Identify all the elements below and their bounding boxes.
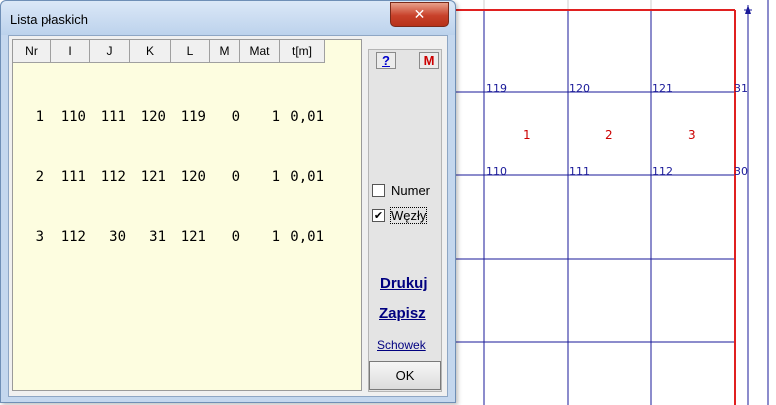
cell-mat: 1 — [271, 109, 280, 125]
wezly-checkbox-label: Węzły — [389, 207, 428, 224]
column-header-nr[interactable]: Nr — [13, 40, 51, 63]
cell-nr: 2 — [35, 169, 44, 185]
node-label-112: 112 — [652, 165, 673, 178]
plates-table[interactable]: Nr I J K L M Mat t[m] 1 110 111 120 119 … — [12, 39, 362, 391]
cell-l: 121 — [180, 229, 206, 245]
close-button[interactable]: ✕ — [390, 2, 449, 27]
table-row[interactable]: 2 111 112 121 120 0 1 0,01 — [13, 167, 324, 187]
cell-i: 112 — [60, 229, 86, 245]
table-body: 1 110 111 120 119 0 1 0,01 2 111 112 121… — [13, 67, 324, 287]
zapisz-link[interactable]: Zapisz — [379, 305, 426, 322]
node-label-111: 111 — [569, 165, 590, 178]
wezly-checkbox[interactable]: ✔ — [372, 209, 385, 222]
drukuj-link[interactable]: Drukuj — [380, 275, 428, 292]
cell-nr: 1 — [35, 109, 44, 125]
numer-checkbox-row[interactable]: Numer — [372, 183, 430, 198]
cell-l: 120 — [180, 169, 206, 185]
table-row[interactable]: 3 112 30 31 121 0 1 0,01 — [13, 227, 324, 247]
m-button[interactable]: M — [419, 52, 439, 69]
cell-m: 0 — [231, 109, 240, 125]
numer-checkbox-label: Numer — [391, 183, 431, 198]
column-header-i[interactable]: I — [51, 40, 90, 63]
ok-button[interactable]: OK — [369, 361, 441, 390]
column-header-l[interactable]: L — [171, 40, 210, 63]
wezly-checkbox-row[interactable]: ✔ Węzły — [372, 207, 428, 224]
cell-i: 110 — [60, 109, 86, 125]
cell-t: 0,01 — [290, 169, 324, 185]
cell-k: 121 — [140, 169, 166, 185]
cell-l: 119 — [180, 109, 206, 125]
cell-k: 31 — [149, 229, 166, 245]
cell-j: 30 — [109, 229, 126, 245]
cell-mat: 1 — [271, 229, 280, 245]
column-header-j[interactable]: J — [90, 40, 130, 63]
column-header-k[interactable]: K — [130, 40, 171, 63]
background-grid — [456, 0, 734, 405]
lista-plaskich-dialog: Lista płaskich ✕ Nr I J K L M Mat t[m] 1… — [0, 0, 456, 403]
cell-m: 0 — [231, 169, 240, 185]
node-label-110: 110 — [486, 165, 507, 178]
cell-j: 112 — [100, 169, 126, 185]
dialog-client-area: Nr I J K L M Mat t[m] 1 110 111 120 119 … — [8, 35, 448, 397]
red-boundary — [456, 9, 736, 405]
window-title: Lista płaskich — [10, 12, 89, 27]
title-bar[interactable]: Lista płaskich ✕ — [1, 1, 455, 35]
cell-t: 0,01 — [290, 229, 324, 245]
cell-j: 111 — [100, 109, 126, 125]
node-label-121: 121 — [652, 82, 673, 95]
structure-lines — [456, 10, 734, 405]
schowek-link[interactable]: Schowek — [377, 338, 426, 352]
element-label-1: 1 — [523, 128, 531, 142]
node-label-120: 120 — [569, 82, 590, 95]
dimension-line — [744, 0, 769, 405]
node-label-31: 31 — [734, 82, 748, 95]
column-header-t[interactable]: t[m] — [280, 40, 325, 63]
node-label-30: 30 — [734, 165, 748, 178]
table-header-row: Nr I J K L M Mat t[m] — [13, 40, 325, 64]
cell-i: 111 — [60, 169, 86, 185]
element-label-3: 3 — [688, 128, 696, 142]
cell-t: 0,01 — [290, 109, 324, 125]
cell-nr: 3 — [35, 229, 44, 245]
help-button[interactable]: ? — [376, 52, 396, 69]
numer-checkbox[interactable] — [372, 184, 385, 197]
cell-m: 0 — [231, 229, 240, 245]
column-header-m[interactable]: M — [210, 40, 240, 63]
node-label-119: 119 — [486, 82, 507, 95]
element-label-2: 2 — [605, 128, 613, 142]
cell-k: 120 — [140, 109, 166, 125]
column-header-mat[interactable]: Mat — [240, 40, 280, 63]
cell-mat: 1 — [271, 169, 280, 185]
close-icon: ✕ — [413, 6, 426, 23]
table-row[interactable]: 1 110 111 120 119 0 1 0,01 — [13, 107, 324, 127]
